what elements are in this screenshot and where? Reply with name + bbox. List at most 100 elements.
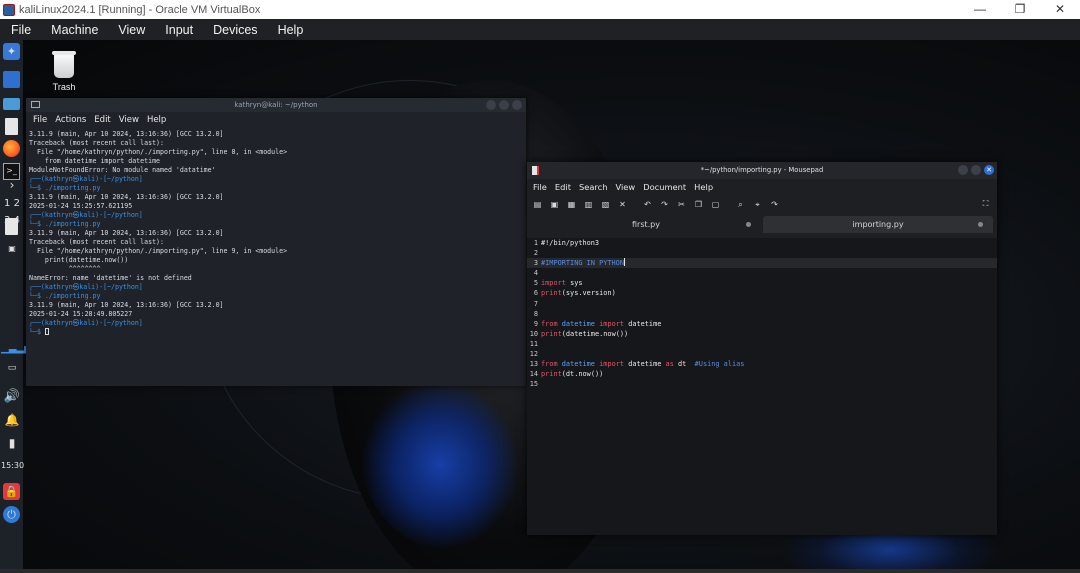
copy-icon[interactable]: ❐ [694,200,703,209]
host-statusbar-edge [0,569,1080,573]
terminal-minimize-button[interactable] [486,100,496,110]
terminal-menu-edit[interactable]: Edit [94,115,110,125]
code-line[interactable]: 6 print(sys.version) [527,288,997,298]
host-menu-view[interactable]: View [107,23,154,37]
code-text: #!/bin/python3 [541,239,600,247]
mousepad-menu-view[interactable]: View [615,182,635,192]
line-number: 3 [533,259,538,268]
mousepad-menu-search[interactable]: Search [579,182,608,192]
code-line[interactable]: 5 import sys [527,278,997,288]
code-line[interactable]: 1 #!/bin/python3 [527,238,997,248]
code-line[interactable]: 11 [527,339,997,349]
mousepad-minimize-button[interactable] [958,165,968,175]
terminal-menu-file[interactable]: File [33,115,47,125]
show-desktop-icon[interactable] [3,71,20,88]
mousepad-title: *~/python/importing.py - Mousepad [700,166,824,174]
host-menu-input[interactable]: Input [154,23,202,37]
undo-icon[interactable]: ↶ [643,200,652,209]
panel-clock[interactable]: 15:30 [1,457,24,474]
terminal-window-controls [486,100,522,110]
mousepad-menu-help[interactable]: Help [694,182,713,192]
volume-icon[interactable]: 🔊 [1,388,23,405]
code-line[interactable]: 12 [527,349,997,359]
save-as-icon[interactable]: ▧ [601,200,610,209]
terminal-line: 3.11.9 (main, Apr 10 2024, 13:16:36) [GC… [29,301,224,309]
line-number: 15 [529,380,538,389]
mousepad-menu-file[interactable]: File [533,182,547,192]
terminal-line: File "/home/kathryn/python/./importing.p… [29,148,288,156]
terminal-maximize-button[interactable] [499,100,509,110]
lock-screen-icon[interactable]: 🔒 [3,483,20,500]
code-line[interactable]: 10 print(datetime.now()) [527,329,997,339]
mousepad-window-controls: ✕ [958,165,994,175]
host-menu-machine[interactable]: Machine [40,23,107,37]
close-tab-icon[interactable]: ✕ [618,200,627,209]
mousepad-window[interactable]: *~/python/importing.py - Mousepad ✕ File… [527,162,997,535]
code-text: print(datetime.now()) [541,329,629,338]
code-line[interactable]: 14 print(dt.now()) [527,369,997,379]
paste-icon[interactable]: ▢ [711,200,720,209]
tab-first-py[interactable]: first.py [531,216,761,233]
virtualbox-icon [3,3,15,16]
host-menu-devices[interactable]: Devices [202,23,266,37]
code-line[interactable]: 3 #IMPORTING IN PYTHON [527,258,997,269]
terminal-menubar: File Actions Edit View Help [26,112,526,128]
tab-close-icon[interactable] [746,222,751,227]
goto-line-icon[interactable]: ↷ [770,200,779,209]
code-line[interactable]: 15 [527,379,997,389]
line-number: 11 [529,339,538,348]
terminal-titlebar[interactable]: kathryn@kali: ~/python [26,98,526,112]
tab-close-icon[interactable] [978,222,983,227]
save-icon[interactable]: ▥ [584,200,593,209]
new-document-icon[interactable]: ▤ [533,200,542,209]
terminal-menu-view[interactable]: View [119,115,139,125]
workspace-switcher[interactable]: 1 2 3 4 [1,195,23,226]
mousepad-maximize-button[interactable] [971,165,981,175]
host-menu-file[interactable]: File [0,23,40,37]
restore-icon[interactable]: ❐ [1000,0,1040,19]
code-line[interactable]: 4 [527,268,997,278]
mousepad-menu-edit[interactable]: Edit [555,182,571,192]
terminal-close-button[interactable] [512,100,522,110]
terminal-task-icon[interactable]: ▣ [1,240,23,257]
close-icon[interactable]: ✕ [1040,0,1080,19]
fullscreen-icon[interactable]: ⛶ [981,199,990,209]
mousepad-menubar: File Edit Search View Document Help [527,179,997,195]
new-window-icon[interactable]: ▣ [550,200,559,209]
mousepad-close-button[interactable]: ✕ [984,165,994,175]
code-editor[interactable]: 1 #!/bin/python3 2 3 #IMPORTING IN PYTHON 4 5 i… [527,238,997,535]
terminal-menu-actions[interactable]: Actions [55,115,86,125]
host-menu-help[interactable]: Help [267,23,313,37]
find-replace-icon[interactable]: ⌖ [753,200,762,210]
tab-importing-py[interactable]: importing.py [763,216,993,233]
trash-desktop-icon[interactable]: Trash [48,51,80,92]
code-line[interactable]: 8 [527,309,997,319]
terminal-line: File "/home/kathryn/python/./importing.p… [29,247,288,255]
text-editor-icon[interactable] [5,118,18,135]
host-window-controls: — ❐ ✕ [960,0,1080,19]
code-line[interactable]: 2 [527,248,997,258]
chevron-icon[interactable]: › [1,177,23,194]
terminal-output[interactable]: 3.11.9 (main, Apr 10 2024, 13:16:36) [GC… [26,128,526,337]
code-line[interactable]: 9 from datetime import datetime [527,319,997,329]
cut-icon[interactable]: ✂ [677,200,686,209]
terminal-window[interactable]: kathryn@kali: ~/python File Actions Edit… [26,98,526,386]
terminal-menu-help[interactable]: Help [147,115,166,125]
network-icon[interactable]: ▭ [1,360,23,377]
mousepad-menu-document[interactable]: Document [643,182,686,192]
kali-menu-icon[interactable]: ✦ [3,43,20,60]
logout-icon[interactable]: ⏻ [3,506,20,523]
code-line[interactable]: 13 from datetime import datetime as dt #U… [527,359,997,369]
terminal-line: └─$ ./importing.py [29,220,101,228]
notification-bell-icon[interactable]: 🔔 [1,412,23,429]
open-file-icon[interactable]: ▦ [567,200,576,209]
redo-icon[interactable]: ↷ [660,200,669,209]
mousepad-task-icon[interactable] [5,218,18,235]
file-manager-icon[interactable] [3,98,20,110]
search-icon[interactable]: ⌕ [736,200,745,210]
mousepad-titlebar[interactable]: *~/python/importing.py - Mousepad ✕ [527,162,997,179]
firefox-icon[interactable] [3,140,20,157]
code-line[interactable]: 7 [527,299,997,309]
minimize-icon[interactable]: — [960,0,1000,19]
